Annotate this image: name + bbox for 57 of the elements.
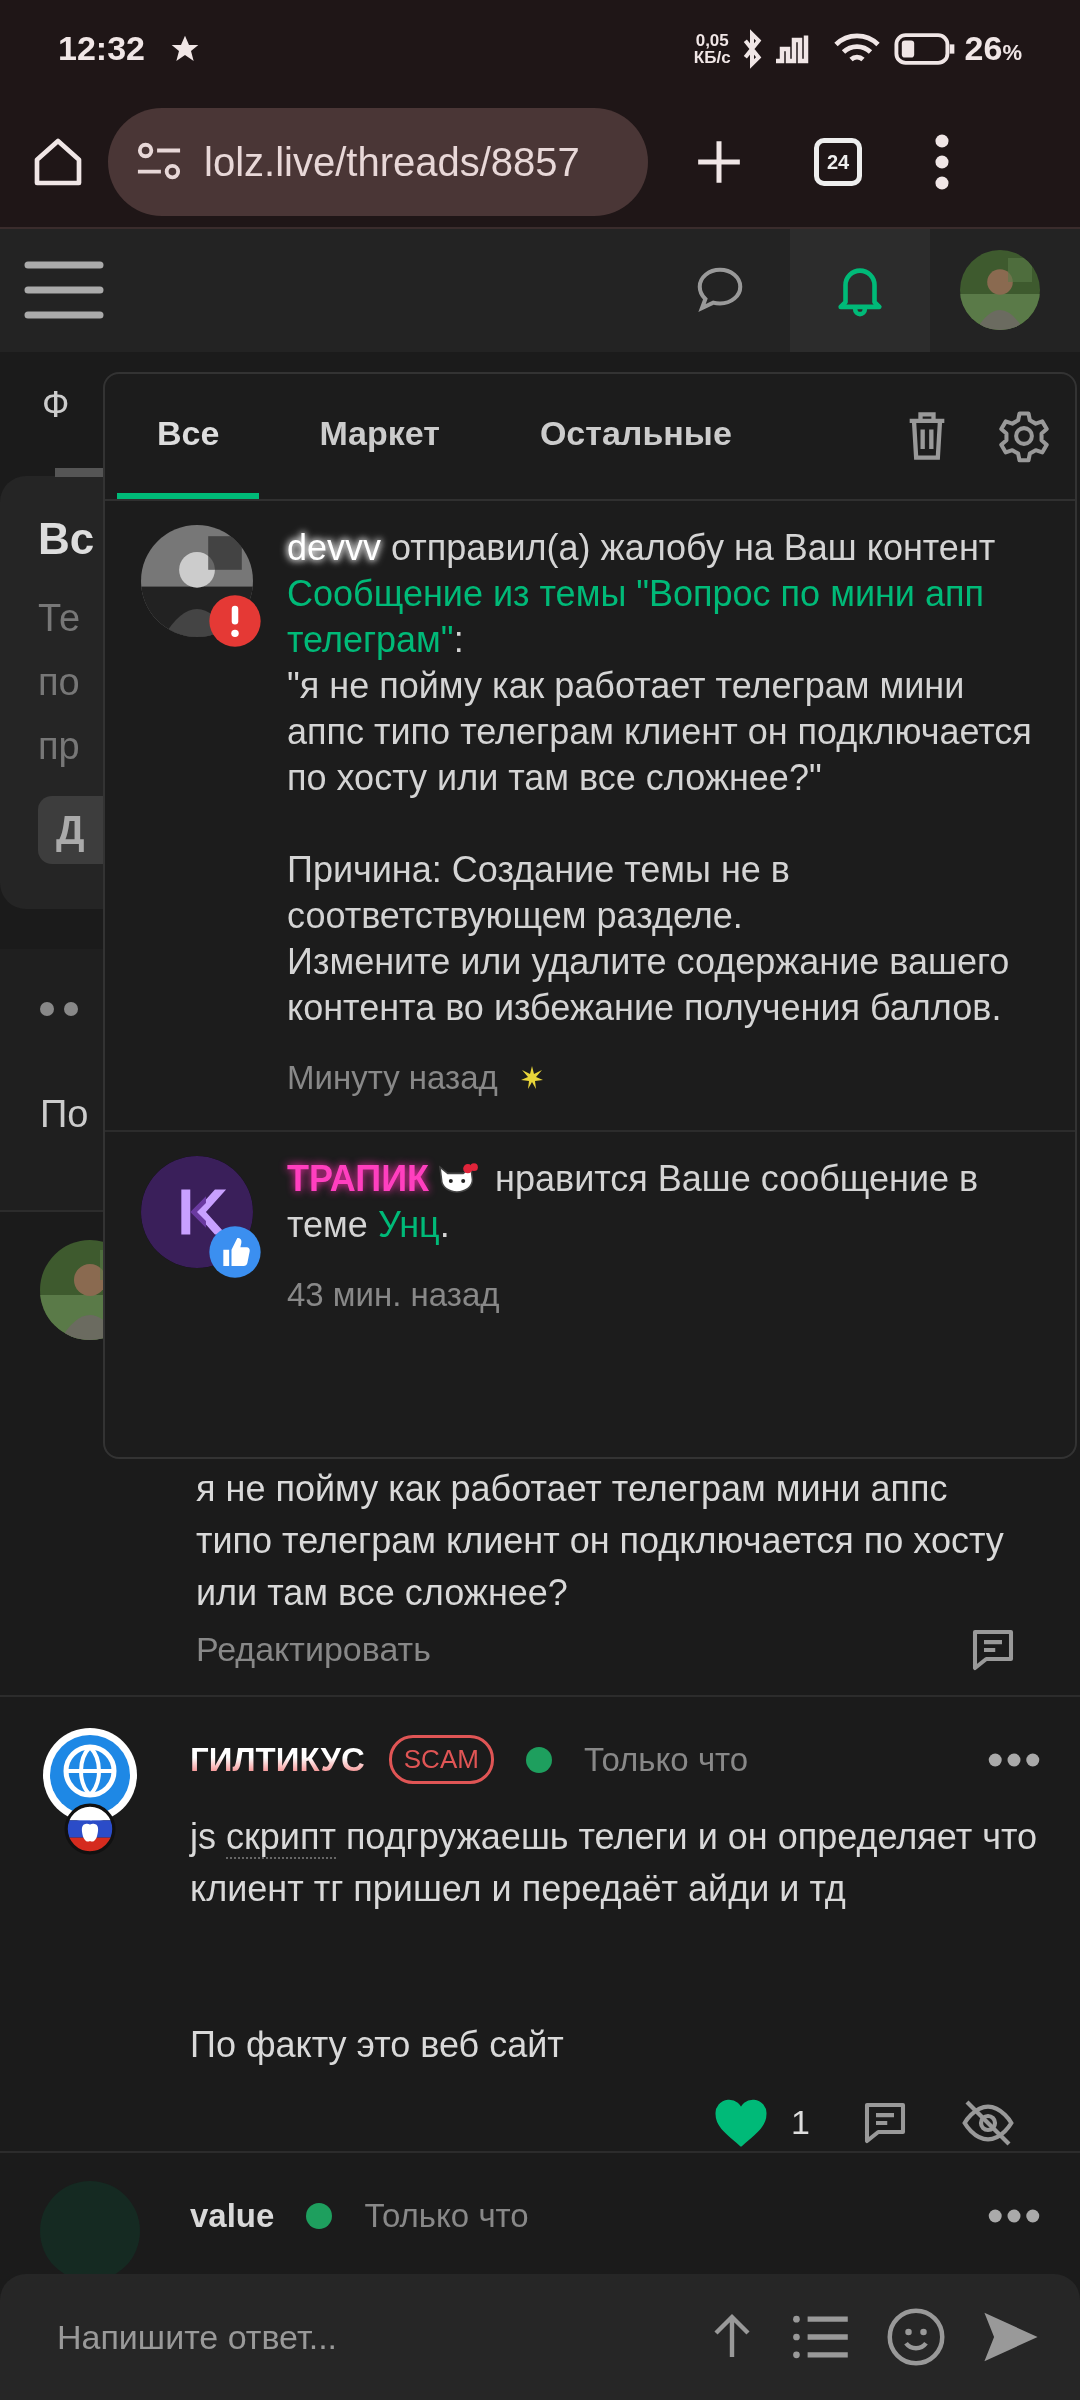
post-time: Только что xyxy=(364,2196,529,2236)
like-button[interactable]: 1 xyxy=(715,2097,810,2149)
more-icon xyxy=(988,2207,1040,2224)
post-text: js скрипт подгружаешь телеги и он определяет что клиент тг пришел и передаёт айди и тд xyxy=(190,1814,1038,1911)
header-bell-button[interactable] xyxy=(790,228,930,352)
more-icon xyxy=(988,1751,1040,1768)
thumbs-up-icon xyxy=(207,1224,263,1281)
menu-button[interactable] xyxy=(24,259,104,322)
post-text: я не пойму как работает телеграм мини аппс типо телеграм клиент он подключается по хосту или там все сложнее? xyxy=(196,1466,1005,1615)
report-reason: Причина: Создание темы не в соответствующем разделе. xyxy=(287,847,791,938)
notification-text: devvv отправил(а) жалобу на Ваш контент xyxy=(287,525,997,570)
flag-badge-icon xyxy=(64,1802,116,1855)
tab[interactable]: Остальные xyxy=(499,373,772,499)
menu-icon xyxy=(24,259,104,322)
more-button[interactable] xyxy=(988,2207,1040,2224)
battery-icon xyxy=(892,32,957,66)
quoted-message: "я не пойму как работает телеграм мини аппс типо телеграм клиент он подключается по хосту или там все сложнее?" xyxy=(287,663,1033,800)
post-text: По факту это веб сайт xyxy=(190,2022,565,2067)
percent-sign: % xyxy=(1002,39,1022,68)
address-bar[interactable]: lolz.live/threads/8857 xyxy=(108,108,648,217)
card-button[interactable]: Д xyxy=(38,795,103,864)
emoji-button[interactable] xyxy=(886,2307,946,2368)
card-title: Вс xyxy=(38,512,96,565)
author-name[interactable]: value xyxy=(190,2191,275,2241)
settings-button[interactable] xyxy=(997,409,1051,464)
settings-icon xyxy=(997,409,1051,464)
like-count: 1 xyxy=(791,2102,810,2144)
url-text: lolz.live/threads/8857 xyxy=(204,139,580,187)
alert-icon xyxy=(207,592,263,649)
card-text: по xyxy=(38,659,81,705)
username-link[interactable]: ТРАПИК xyxy=(287,1158,430,1200)
card-text: пр xyxy=(38,723,81,769)
card-text: Те xyxy=(38,595,82,641)
thread-link[interactable]: Сообщение из темы "Вопрос по мини апп телеграм": xyxy=(287,570,1045,663)
username-link[interactable]: devvv xyxy=(287,526,382,568)
thread-link[interactable]: Унц xyxy=(377,1204,440,1246)
scam-tag: SCAM xyxy=(388,1735,494,1785)
smile-icon xyxy=(886,2307,946,2368)
tab-label: Ф xyxy=(42,383,70,425)
notification-time: 43 мин. назад xyxy=(287,1275,500,1316)
tab[interactable]: Все xyxy=(117,373,260,499)
battery-level: 26 xyxy=(964,28,1003,70)
tab[interactable]: Маркет xyxy=(279,373,480,499)
notification-text: ТРАПИК нравится Ваше сообщение в теме Унц. xyxy=(287,1157,980,1248)
tab-indicator xyxy=(55,467,103,477)
network-speed: 0,05 xyxy=(694,32,730,49)
edit-link[interactable]: Редактировать xyxy=(196,1624,431,1676)
notification-time: Минуту назад xyxy=(287,1057,498,1098)
card-text: По xyxy=(40,1091,90,1137)
network-speed-unit: КБ/с xyxy=(693,49,731,66)
term-link[interactable]: скрипт xyxy=(226,1815,336,1859)
more-button[interactable] xyxy=(988,1751,1040,1768)
dots-icon xyxy=(40,1001,78,1016)
report-advice: Измените или удалите содержание вашего контента во избежание получения баллов. xyxy=(287,939,1011,1030)
post-time: Только что xyxy=(583,1740,749,1780)
clock: 12:32 xyxy=(58,28,145,70)
tab-count-button[interactable]: 24 xyxy=(814,138,862,187)
